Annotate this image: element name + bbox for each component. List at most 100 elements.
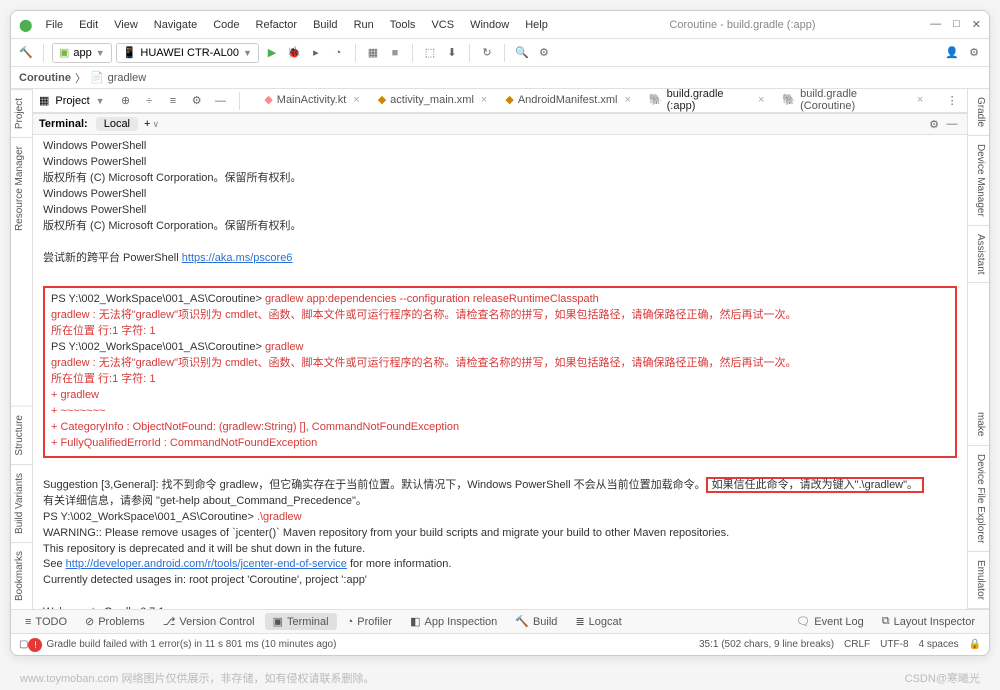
tool-version-control[interactable]: ⎇Version Control xyxy=(155,613,263,630)
terminal-output[interactable]: Windows PowerShell Windows PowerShell 版权… xyxy=(33,135,967,609)
tab-label: build.gradle (:app) xyxy=(667,88,751,112)
close-icon[interactable]: × xyxy=(758,94,764,106)
menu-view[interactable]: View xyxy=(107,16,145,34)
status-position[interactable]: 35:1 (502 chars, 9 line breaks) xyxy=(699,639,834,650)
status-indent[interactable]: 4 spaces xyxy=(919,639,959,650)
maximize-icon[interactable]: □ xyxy=(953,18,960,31)
tab-mainactivity[interactable]: ◆MainActivity.kt× xyxy=(256,91,367,110)
run-config-combo[interactable]: ▣ app ▼ xyxy=(52,43,112,63)
gear-icon[interactable]: ⚙ xyxy=(188,92,206,110)
tool-event-log[interactable]: 🗨Event Log xyxy=(788,613,872,630)
status-encoding[interactable]: UTF-8 xyxy=(880,639,908,650)
close-icon[interactable]: ✕ xyxy=(972,18,981,31)
tool-todo[interactable]: ≡TODO xyxy=(17,614,75,630)
main-menu: File Edit View Navigate Code Refactor Bu… xyxy=(38,16,554,34)
stop-icon[interactable]: ■ xyxy=(386,44,404,62)
menu-build[interactable]: Build xyxy=(306,16,344,34)
close-icon[interactable]: × xyxy=(624,94,630,106)
avd-icon[interactable]: ⬚ xyxy=(421,44,439,62)
search-icon[interactable]: 🔍 xyxy=(513,44,531,62)
vcs-icon: ⎇ xyxy=(163,615,176,628)
phone-icon: 📱 xyxy=(123,46,137,59)
menu-refactor[interactable]: Refactor xyxy=(249,16,305,34)
close-icon[interactable]: × xyxy=(917,94,923,106)
sidebar-gradle[interactable]: Gradle xyxy=(968,89,989,136)
sidebar-device-manager[interactable]: Device Manager xyxy=(968,136,989,226)
tab-build-gradle-root[interactable]: 🐘build.gradle (Coroutine)× xyxy=(774,86,931,116)
device-combo[interactable]: 📱 HUAWEI CTR-AL00 ▼ xyxy=(116,43,259,63)
terminal-tab-local[interactable]: Local xyxy=(96,117,138,131)
settings-icon[interactable]: ⚙ xyxy=(535,44,553,62)
sidebar-make[interactable]: make xyxy=(968,404,989,445)
menu-file[interactable]: File xyxy=(38,16,70,34)
tool-logcat[interactable]: ≣Logcat xyxy=(567,613,629,630)
lock-icon[interactable]: 🔒 xyxy=(969,639,981,650)
sync-icon[interactable]: ↻ xyxy=(478,44,496,62)
window-title: Coroutine - build.gradle (:app) xyxy=(555,19,930,31)
tab-activity-main[interactable]: ◆activity_main.xml× xyxy=(370,91,496,110)
breadcrumb-project[interactable]: Coroutine xyxy=(19,72,71,84)
status-crlf[interactable]: CRLF xyxy=(844,639,870,650)
terminal-gear-icon[interactable]: ⚙ xyxy=(925,115,943,133)
expand-icon[interactable]: ≡ xyxy=(164,92,182,110)
jcenter-link[interactable]: http://developer.android.com/r/tools/jce… xyxy=(66,558,347,570)
more-icon[interactable]: ⋮ xyxy=(943,92,961,110)
sdk-icon[interactable]: ⬇ xyxy=(443,44,461,62)
sidebar-build-variants[interactable]: Build Variants xyxy=(11,464,32,542)
sidebar-resource-manager[interactable]: Resource Manager xyxy=(11,137,32,239)
menu-navigate[interactable]: Navigate xyxy=(147,16,204,34)
layout-inspector-icon: ⧉ xyxy=(882,615,890,628)
menu-help[interactable]: Help xyxy=(518,16,555,34)
app-logo-icon: ⬤ xyxy=(19,18,32,32)
menu-tools[interactable]: Tools xyxy=(383,16,423,34)
xml-icon: ◆ xyxy=(378,93,386,106)
term-line: 有关详细信息，请参阅 "get-help about_Command_Prece… xyxy=(43,494,957,510)
terminal-add-tab[interactable]: + xyxy=(144,118,150,130)
sidebar-bookmarks[interactable]: Bookmarks xyxy=(11,542,32,609)
sidebar-assistant[interactable]: Assistant xyxy=(968,226,989,284)
target-icon[interactable]: ⊕ xyxy=(117,92,135,110)
tool-build[interactable]: 🔨Build xyxy=(507,613,565,630)
profile-icon[interactable]: ◔ xyxy=(329,44,347,62)
collapse-icon[interactable]: ÷ xyxy=(140,92,158,110)
collapse-status-icon[interactable]: ▢ xyxy=(19,639,28,650)
tab-label: MainActivity.kt xyxy=(277,94,346,106)
build-icon: 🔨 xyxy=(515,615,529,628)
term-line: Windows PowerShell xyxy=(43,187,957,203)
tool-layout-inspector[interactable]: ⧉Layout Inspector xyxy=(874,613,983,630)
project-panel-label[interactable]: Project xyxy=(55,95,89,107)
coverage-icon[interactable]: ▸ xyxy=(307,44,325,62)
terminal-icon: ▣ xyxy=(273,615,283,628)
tool-problems[interactable]: ⊘Problems xyxy=(77,613,153,630)
sidebar-device-file-explorer[interactable]: Device File Explorer xyxy=(968,446,989,552)
tool-label: Problems xyxy=(98,616,144,628)
menu-run[interactable]: Run xyxy=(347,16,381,34)
tab-manifest[interactable]: ◆AndroidManifest.xml× xyxy=(497,91,639,110)
user-icon[interactable]: 👤 xyxy=(943,44,961,62)
tool-app-inspection[interactable]: ◧App Inspection xyxy=(402,613,505,630)
tab-build-gradle-app[interactable]: 🐘build.gradle (:app)× xyxy=(641,86,773,116)
menu-code[interactable]: Code xyxy=(206,16,246,34)
pscore-link[interactable]: https://aka.ms/pscore6 xyxy=(182,252,293,264)
tool-profiler[interactable]: ◔Profiler xyxy=(339,614,401,630)
menu-window[interactable]: Window xyxy=(463,16,516,34)
close-icon[interactable]: × xyxy=(353,94,359,106)
term-line: This repository is deprecated and it wil… xyxy=(43,542,957,558)
hammer-icon[interactable]: 🔨 xyxy=(17,44,35,62)
sidebar-emulator[interactable]: Emulator xyxy=(968,552,989,609)
breadcrumb-file[interactable]: gradlew xyxy=(108,72,147,84)
tool-terminal[interactable]: ▣Terminal xyxy=(265,613,337,630)
sidebar-project[interactable]: Project xyxy=(11,89,32,137)
hide-icon[interactable]: — xyxy=(212,92,230,110)
sidebar-structure[interactable]: Structure xyxy=(11,406,32,464)
debug-icon[interactable]: 🐞 xyxy=(285,44,303,62)
status-message: Gradle build failed with 1 error(s) in 1… xyxy=(46,639,336,650)
run-icon[interactable]: ▶ xyxy=(263,44,281,62)
minimize-icon[interactable]: — xyxy=(930,18,941,31)
attach-debug-icon[interactable]: ▦ xyxy=(364,44,382,62)
terminal-hide-icon[interactable]: — xyxy=(943,115,961,133)
close-icon[interactable]: × xyxy=(481,94,487,106)
menu-vcs[interactable]: VCS xyxy=(424,16,461,34)
ide-settings-icon[interactable]: ⚙ xyxy=(965,44,983,62)
menu-edit[interactable]: Edit xyxy=(72,16,105,34)
